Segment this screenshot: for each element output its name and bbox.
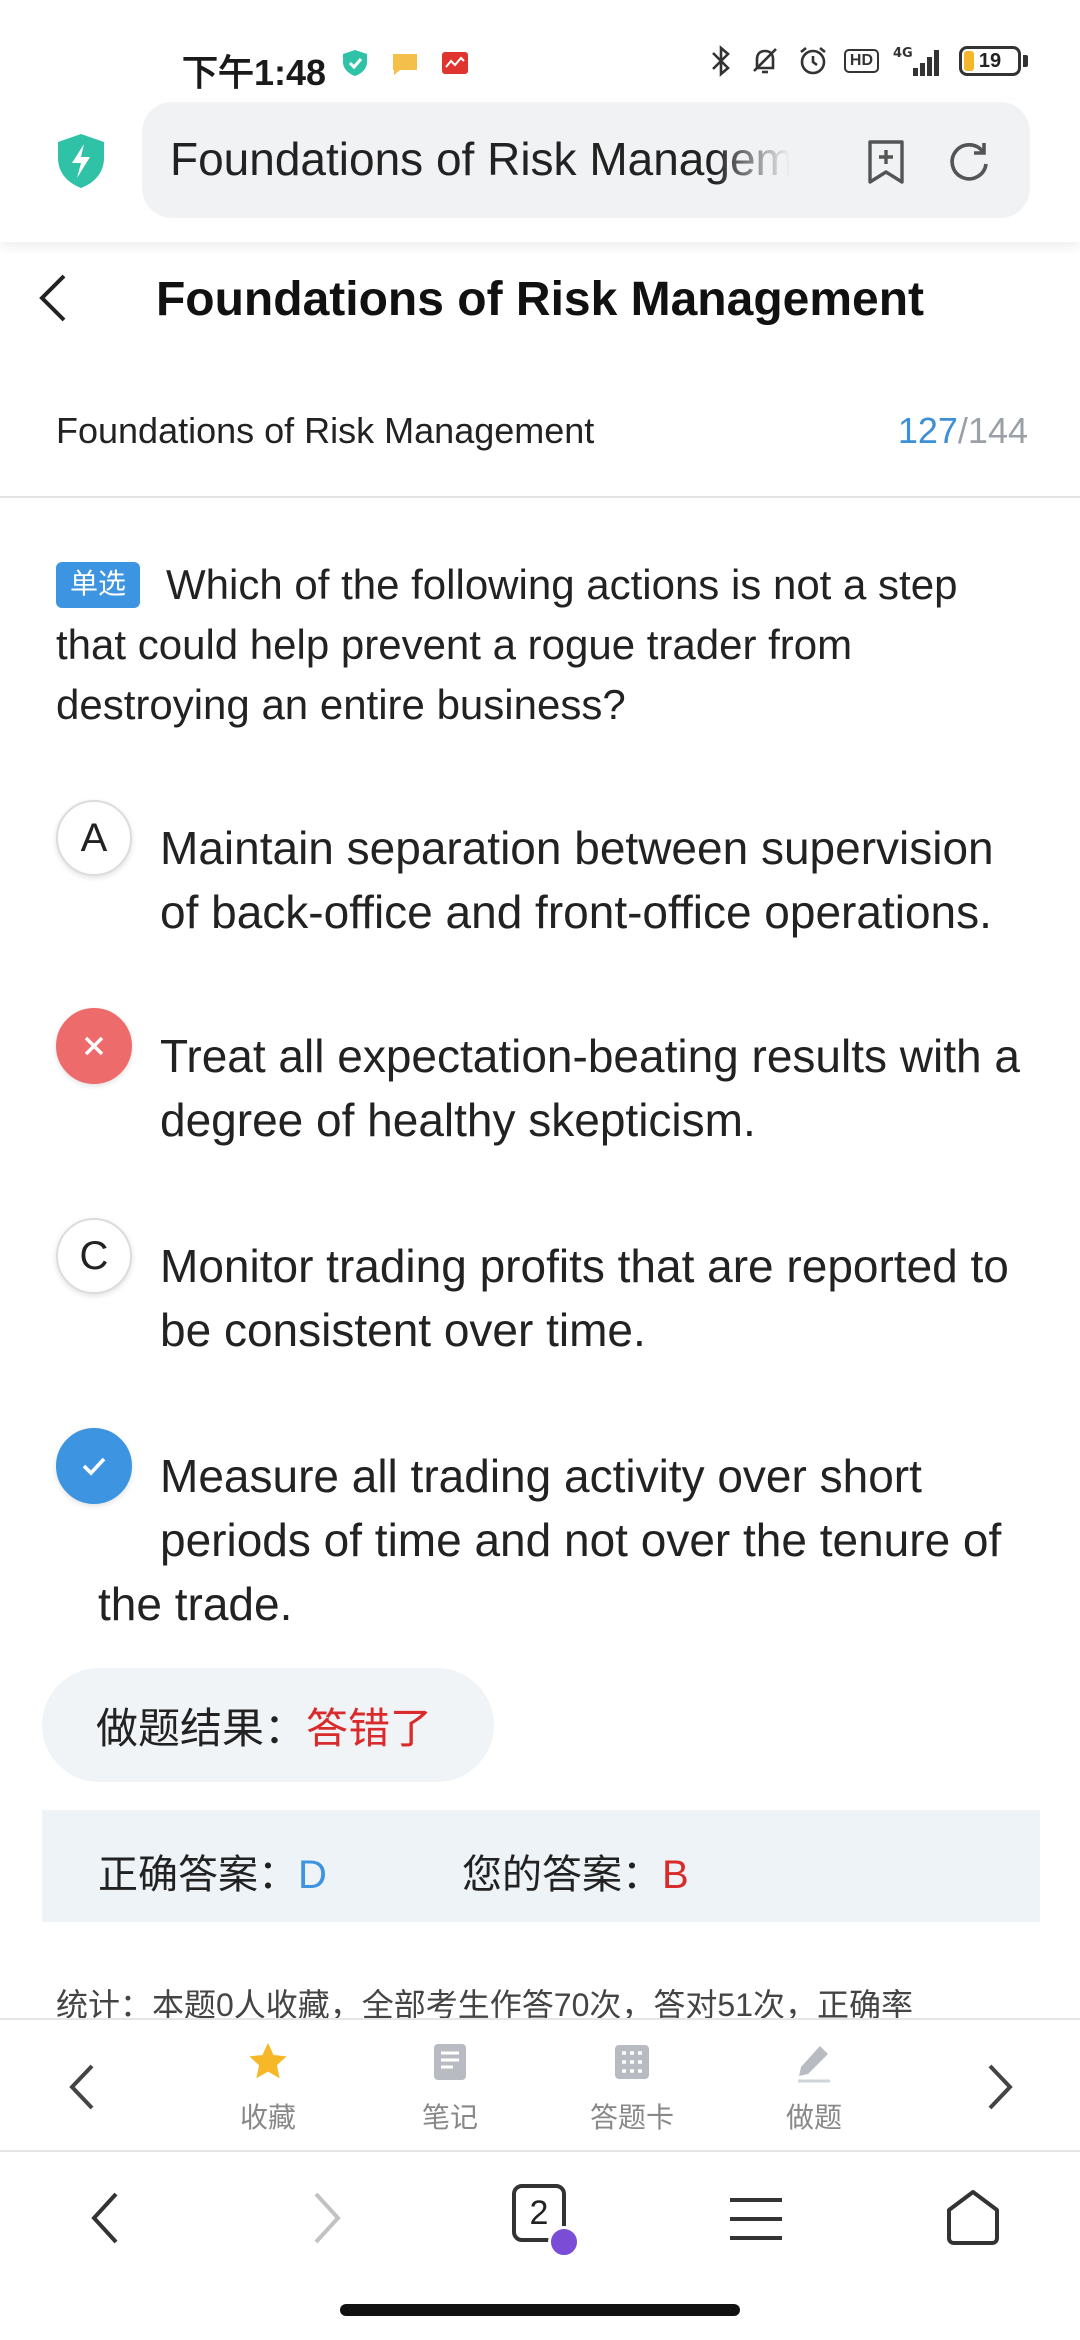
next-question-icon[interactable] <box>978 2060 1018 2114</box>
battery-percent: 19 <box>978 49 1002 72</box>
question-text: Which of the following actions is not a … <box>56 561 958 728</box>
svg-text:4G: 4G <box>893 46 913 61</box>
status-right: HD 4G 19 <box>708 44 1028 78</box>
gesture-home-indicator[interactable] <box>340 2304 740 2316</box>
url-field[interactable]: Foundations of Risk Management <box>142 102 1030 218</box>
question-type-badge: 单选 <box>56 562 141 608</box>
mute-bell-icon <box>752 48 777 74</box>
alarm-icon <box>800 46 826 75</box>
option-a-text[interactable]: Maintain separation between supervision … <box>160 816 1040 944</box>
app-notification-icon <box>442 52 468 74</box>
browser-forward-icon[interactable] <box>306 2188 346 2248</box>
progress-current: 127 <box>897 410 958 451</box>
menu-icon[interactable] <box>728 2196 784 2242</box>
message-notification-icon <box>393 54 417 75</box>
option-c-marker[interactable]: C <box>56 1218 132 1294</box>
option-a-marker[interactable]: A <box>56 800 132 876</box>
correct-answer-label: 正确答案： <box>98 1853 298 1897</box>
previous-question-icon[interactable] <box>64 2060 104 2114</box>
bluetooth-icon <box>711 45 730 77</box>
toolbar-notes-label: 笔记 <box>421 2102 478 2133</box>
hd-voice-icon: HD <box>843 49 879 73</box>
answer-card-icon <box>615 2045 649 2079</box>
battery-indicator: 19 <box>959 46 1028 76</box>
browser-shield-icon[interactable] <box>55 132 107 190</box>
toolbar-favorite[interactable]: 收藏 <box>208 2040 328 2136</box>
reload-icon[interactable] <box>946 138 992 184</box>
result-label: 做题结果： <box>96 1704 307 1752</box>
browser-nav-bar: 2 <box>0 2152 1080 2302</box>
home-icon[interactable] <box>944 2188 1002 2246</box>
star-icon <box>249 2043 287 2079</box>
toolbar-practice[interactable]: 做题 <box>754 2040 874 2136</box>
toolbar-notes[interactable]: 笔记 <box>390 2040 510 2136</box>
question-progress: 127/144 <box>898 410 1028 452</box>
url-text[interactable]: Foundations of Risk Management <box>170 132 790 186</box>
correct-check-icon <box>82 1457 106 1476</box>
status-time: 下午1:48 <box>182 52 327 93</box>
status-bar: 下午1:48 HD 4G 19 <box>0 0 1080 100</box>
toolbar-answer-card[interactable]: 答题卡 <box>572 2040 692 2136</box>
toolbar-practice-label: 做题 <box>785 2102 842 2133</box>
your-answer-label: 您的答案： <box>462 1853 662 1897</box>
section-title: Foundations of Risk Management <box>56 410 595 451</box>
result-value: 答错了 <box>306 1704 433 1752</box>
question-toolbar: 收藏 笔记 答题卡 做题 <box>0 2018 1080 2152</box>
security-shield-icon <box>343 50 367 76</box>
option-c-text[interactable]: Monitor trading profits that are reporte… <box>160 1234 1040 1362</box>
progress-separator: / <box>957 410 968 451</box>
page-title: Foundations of Risk Management <box>155 273 925 326</box>
option-d-text[interactable]: Measure all trading activity over short … <box>98 1444 1060 1636</box>
browser-back-icon[interactable] <box>86 2188 126 2248</box>
pencil-icon <box>798 2046 830 2083</box>
browser-address-bar: Foundations of Risk Management <box>0 100 1080 242</box>
option-d-marker[interactable] <box>56 1428 132 1504</box>
cellular-signal-icon: 4G <box>893 46 939 76</box>
your-answer: 您的答案：B <box>462 1842 689 1900</box>
progress-total: 144 <box>967 410 1028 451</box>
correct-answer: 正确答案：D <box>98 1842 327 1900</box>
option-b-marker[interactable] <box>56 1008 132 1084</box>
sub-header: Foundations of Risk Management 127/144 <box>0 380 1080 498</box>
option-d-line-1: Measure all trading activity over short <box>160 1450 922 1502</box>
option-b-text[interactable]: Treat all expectation-beating results wi… <box>160 1024 1040 1152</box>
notebook-icon <box>434 2044 466 2080</box>
toolbar-favorite-label: 收藏 <box>239 2102 296 2133</box>
add-bookmark-icon[interactable] <box>864 138 908 186</box>
option-d-line-2: periods of time and not over the tenure … <box>160 1514 1002 1566</box>
incognito-badge-icon <box>548 2226 580 2258</box>
answer-panel: 正确答案：D 您的答案：B <box>42 1810 1040 1922</box>
option-d-line-3: the trade. <box>98 1578 293 1630</box>
toolbar-answer-card-label: 答题卡 <box>589 2102 674 2133</box>
stats-text: 统计：本题0人收藏，全部考生作答70次，答对51次，正确率 <box>56 1987 913 2020</box>
correct-answer-value: D <box>298 1853 327 1897</box>
question-stem: 单选 Which of the following actions is not … <box>56 555 1016 735</box>
result-pill: 做题结果： 答错了 <box>42 1668 494 1782</box>
wrong-x-icon <box>84 1036 104 1056</box>
your-answer-value: B <box>662 1853 689 1897</box>
